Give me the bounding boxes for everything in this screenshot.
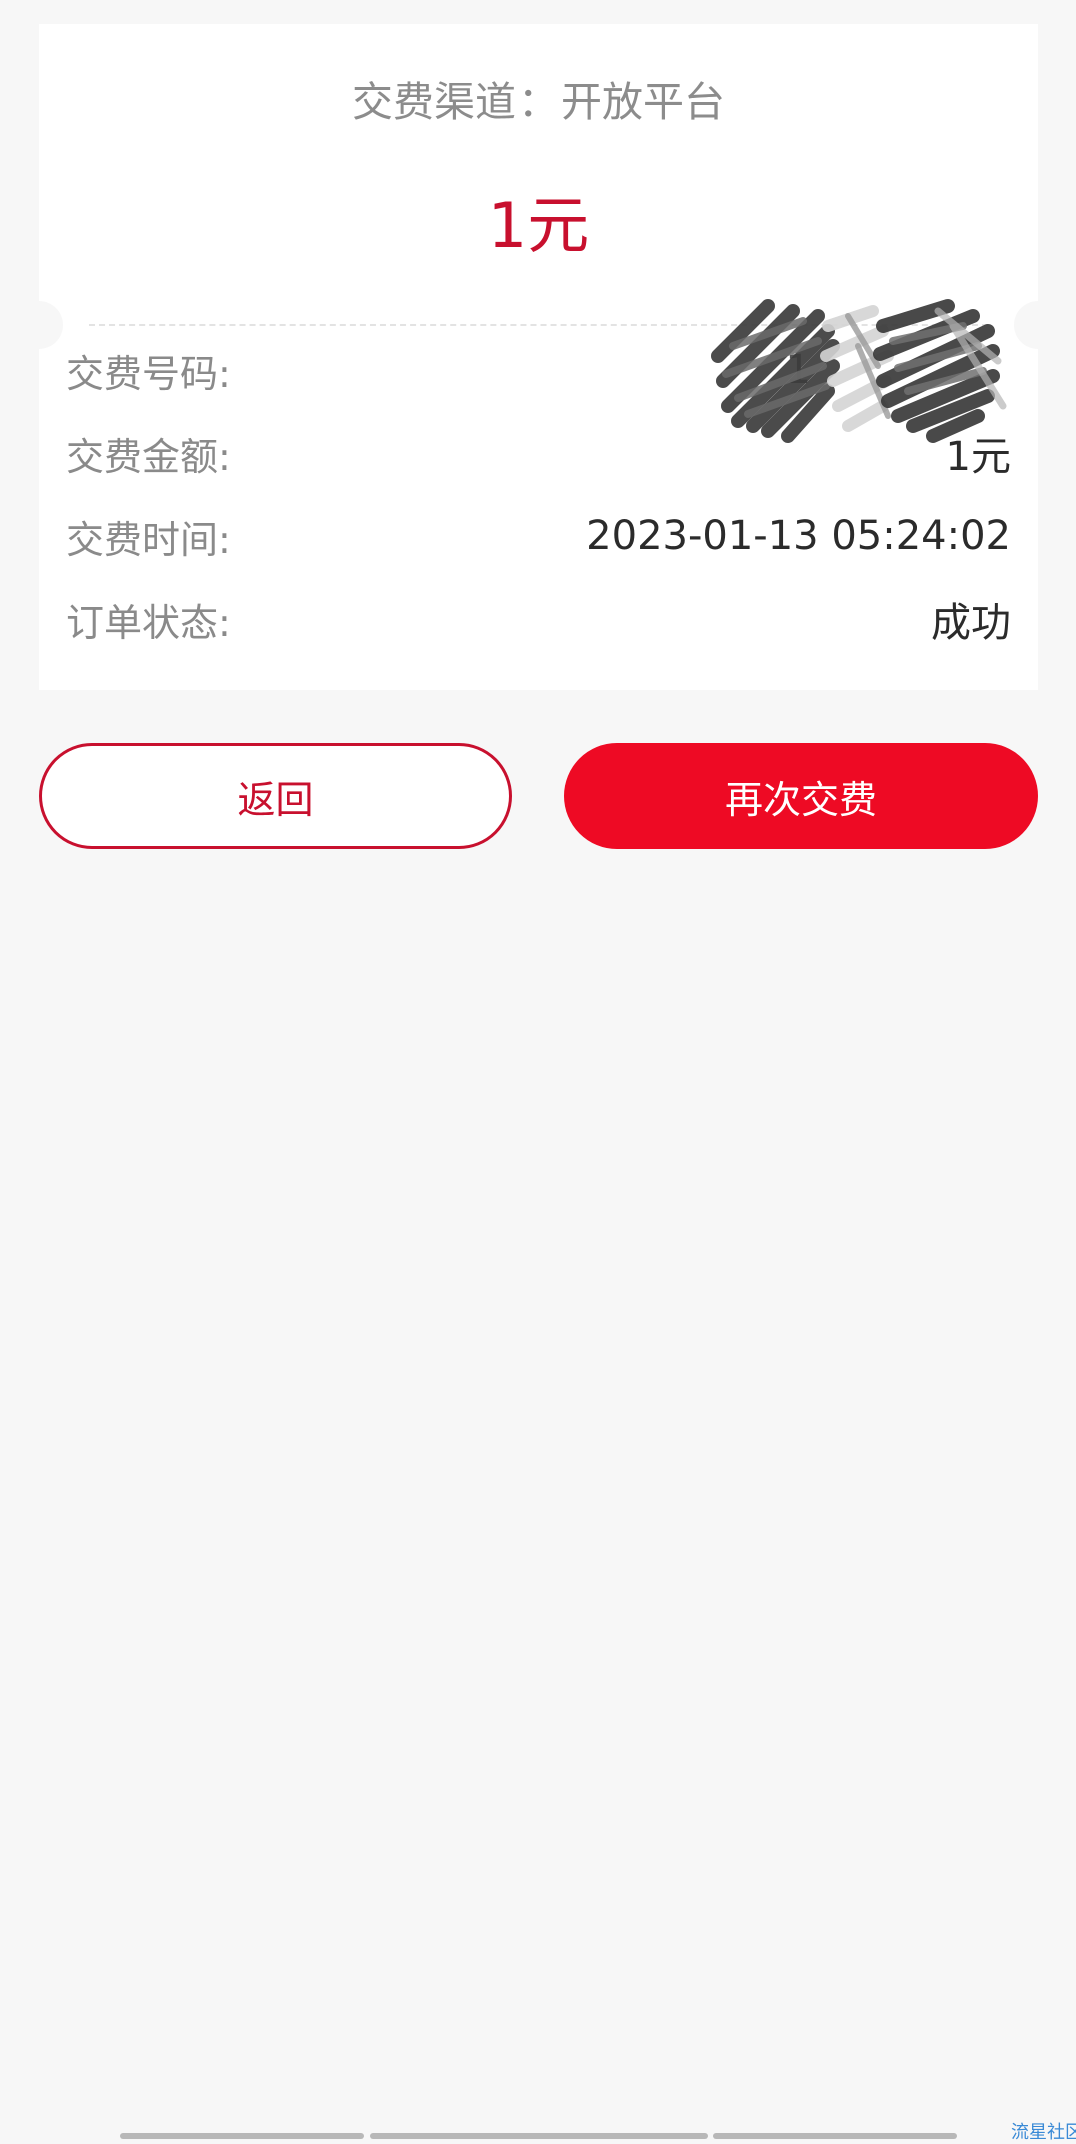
payment-channel-value: 开放平台 — [561, 78, 725, 126]
perforation-notch-right — [1014, 301, 1062, 349]
detail-label-status: 订单状态: — [66, 600, 231, 645]
detail-value-time: 2023-01-13 05:24:02 — [586, 513, 1011, 559]
nav-indicator-center — [370, 2133, 708, 2139]
back-button[interactable]: 返回 — [39, 743, 512, 849]
detail-row-status: 订单状态: 成功 — [66, 589, 1011, 649]
pay-again-button[interactable]: 再次交费 — [564, 743, 1038, 849]
detail-label-time: 交费时间: — [66, 517, 231, 562]
detail-label-phone: 交费号码: — [66, 351, 231, 396]
detail-label-amount: 交费金额: — [66, 434, 231, 479]
receipt-card: 交费渠道：开放平台 1元 交费号码: 1 交费金额: 1元 交费时间: 2023… — [15, 24, 1062, 690]
redaction-scribble — [711, 299, 1007, 443]
payment-amount-display: 1元 — [487, 189, 590, 262]
payment-channel-separator: ： — [518, 78, 559, 126]
perforation-notch-left — [15, 301, 63, 349]
watermark-text: 流星社区 — [1011, 2122, 1076, 2143]
payment-channel-label: 交费渠道 — [352, 78, 516, 126]
payment-channel: 交费渠道：开放平台 — [39, 72, 1038, 132]
detail-value-status: 成功 — [931, 600, 1011, 646]
nav-indicator-left — [120, 2133, 364, 2139]
detail-row-time: 交费时间: 2023-01-13 05:24:02 — [66, 506, 1011, 566]
nav-indicator-right — [713, 2133, 957, 2139]
